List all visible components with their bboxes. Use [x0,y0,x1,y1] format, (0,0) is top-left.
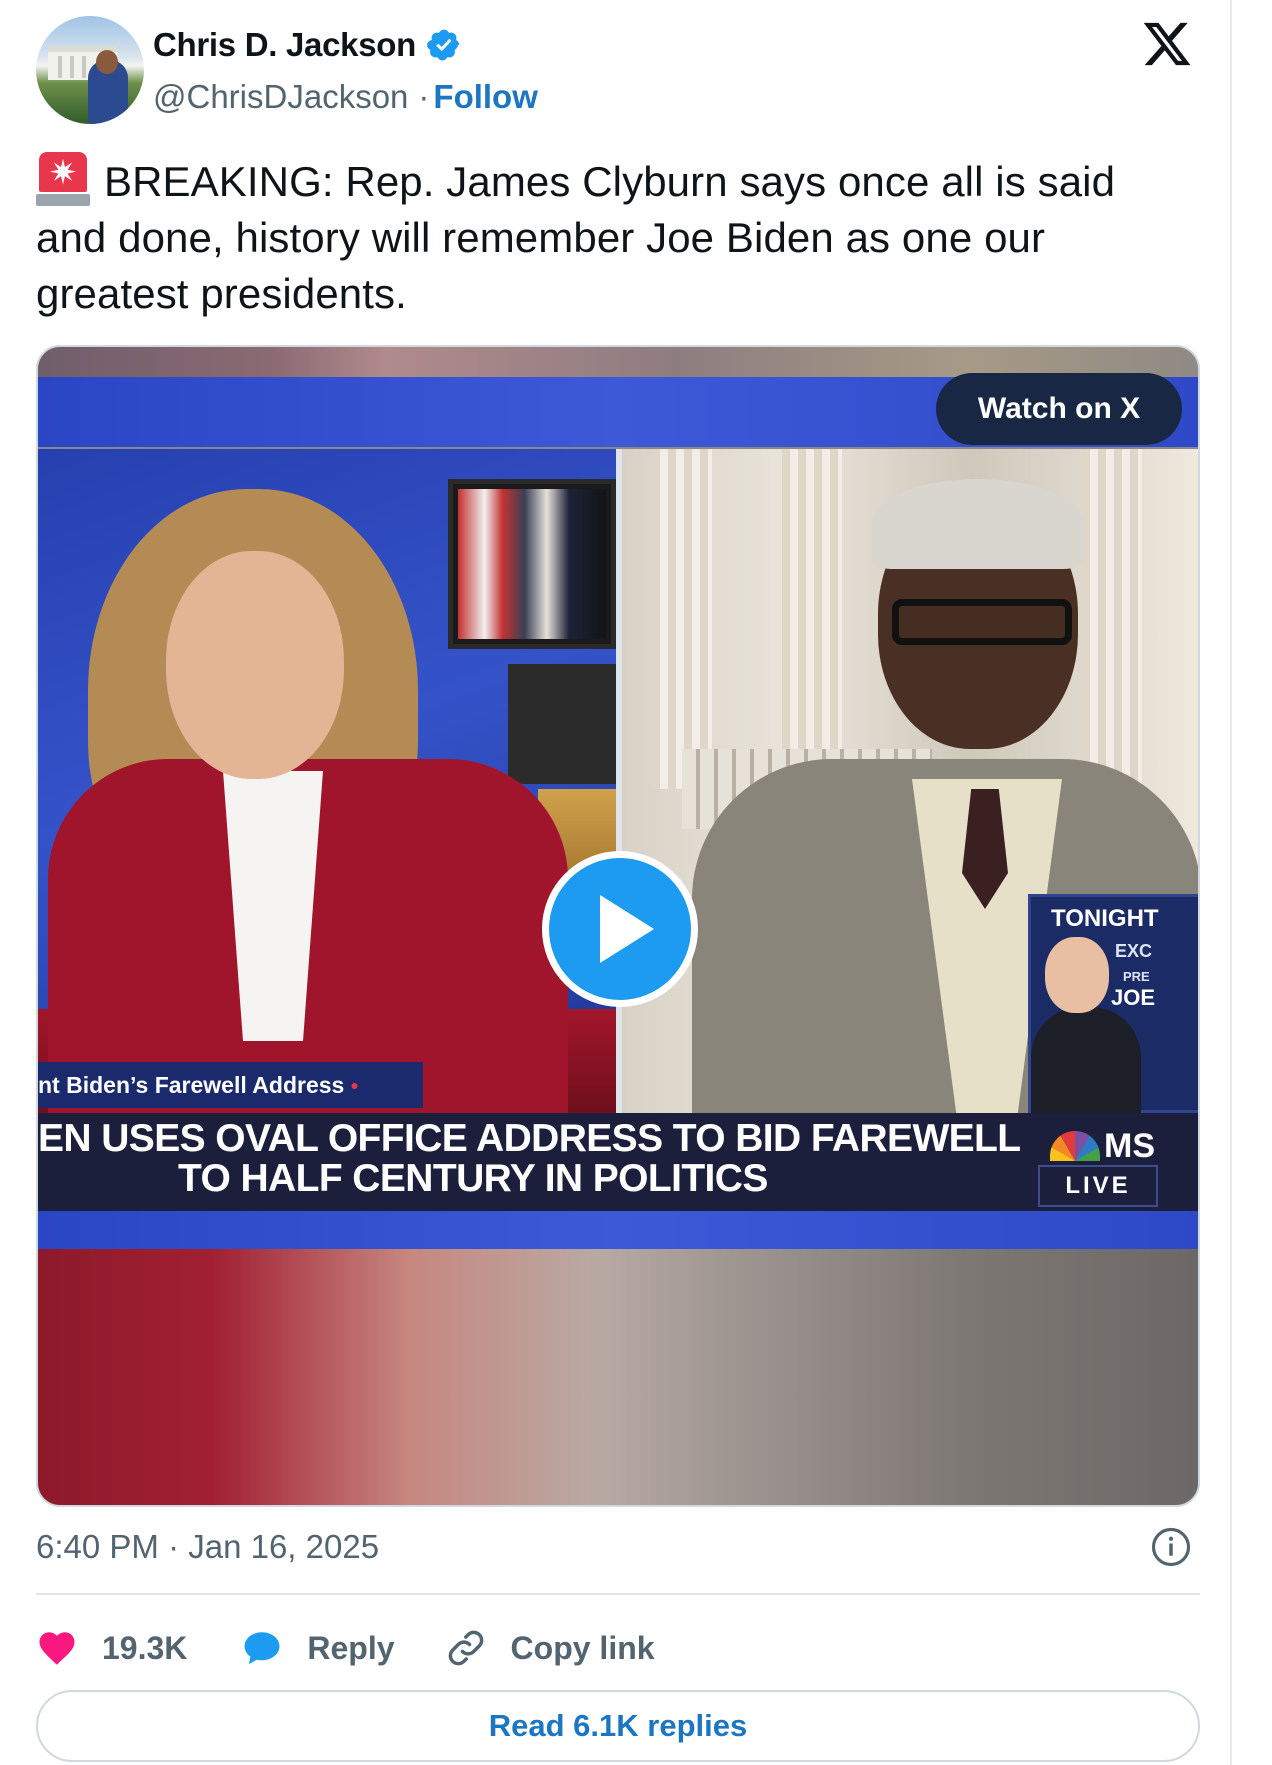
pillar [652,449,712,789]
video-blur-bottom [38,1249,1198,1505]
chyron-line-1: EN USES OVAL OFFICE ADDRESS TO BID FAREW… [38,1117,1021,1160]
author-handle-row: @ChrisDJackson · Follow [153,78,538,116]
follow-button[interactable]: Follow [433,78,537,116]
pillar [1082,449,1142,789]
broadcast-bottom-band [38,1211,1198,1249]
info-icon[interactable] [1150,1526,1192,1568]
siren-icon: ✷ [36,152,90,206]
author-handle[interactable]: @ChrisDJackson [153,78,408,116]
x-logo-icon[interactable] [1140,18,1194,70]
tweet-body: BREAKING: Rep. James Clyburn says once a… [36,158,1116,317]
anchor-panel [38,449,616,1113]
guest-panel: TONIGHT EXC PRE JOE [622,449,1198,1113]
divider [36,1593,1200,1595]
peacock-icon [1050,1131,1100,1161]
video-thumbnail[interactable]: Watch on X nt Biden’s Farewell Address ● … [36,345,1200,1507]
chyron-line-2: TO HALF CENTURY IN POLITICS [178,1157,768,1200]
handle-separator: · [418,78,430,115]
news-chyron: EN USES OVAL OFFICE ADDRESS TO BID FAREW… [38,1113,1198,1211]
card-border [1230,0,1232,1765]
verified-badge-icon [427,29,460,61]
play-button[interactable] [542,851,698,1007]
tweet-timestamp[interactable]: 6:40 PM · Jan 16, 2025 [36,1528,379,1566]
studio-monitor [448,479,616,649]
network-logo: MS [1050,1127,1155,1166]
anchor-face [166,551,344,779]
action-bar: 19.3K Reply Copy link [36,1618,655,1678]
author-name-row: Chris D. Jackson [153,26,462,64]
guest-glasses [892,599,1072,645]
reply-button[interactable]: Reply [241,1627,395,1669]
pillar [782,449,842,789]
reply-bubble-icon [244,1632,280,1665]
promo-box: TONIGHT EXC PRE JOE [1028,894,1198,1113]
copy-link-label: Copy link [510,1629,655,1666]
copy-link-button[interactable]: Copy link [445,1627,655,1669]
heart-icon [39,1632,75,1665]
read-replies-button[interactable]: Read 6.1K replies [36,1690,1200,1762]
author-display-name[interactable]: Chris D. Jackson [153,26,416,64]
live-badge: LIVE [1038,1165,1158,1207]
like-count: 19.3K [102,1629,188,1666]
lower-third-label: nt Biden’s Farewell Address ● [38,1062,423,1108]
play-icon [600,895,654,963]
reply-label: Reply [307,1629,395,1666]
avatar[interactable] [36,16,144,124]
tweet-text: ✷ BREAKING: Rep. James Clyburn says once… [36,152,1196,322]
like-button[interactable]: 19.3K [36,1627,187,1669]
link-icon [448,1630,483,1666]
watch-on-x-button[interactable]: Watch on X [936,373,1182,445]
